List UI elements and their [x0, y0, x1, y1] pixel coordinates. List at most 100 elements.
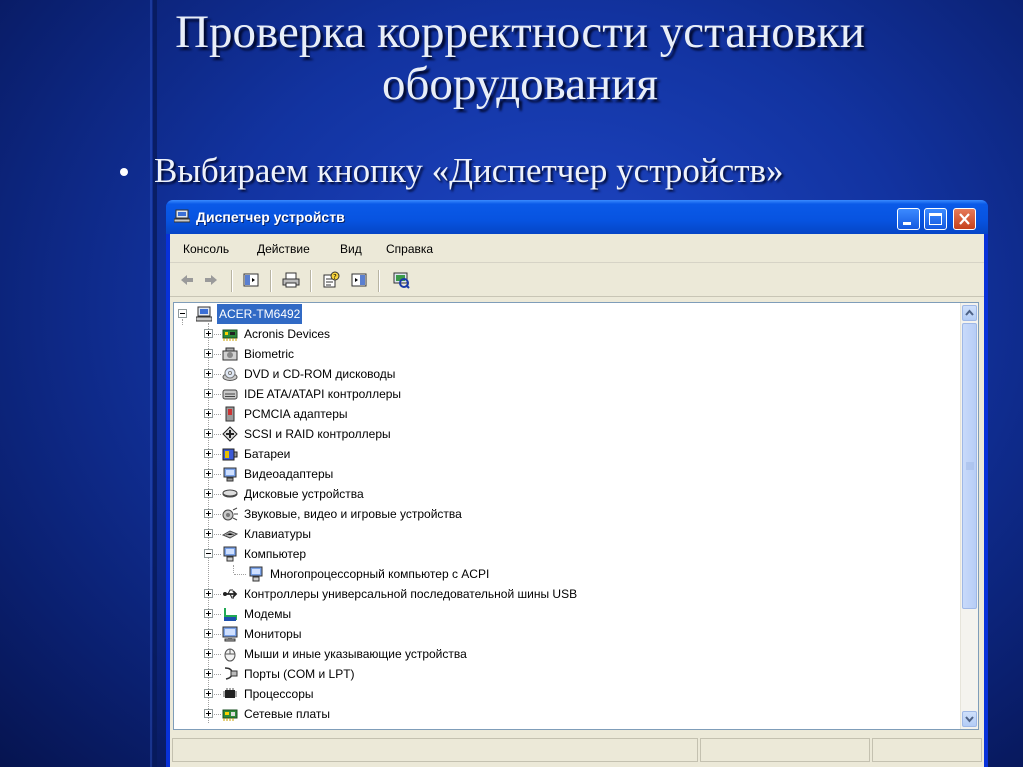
- scan-hardware-icon[interactable]: [392, 271, 410, 289]
- expand-toggle[interactable]: [204, 349, 213, 358]
- usb-icon: [223, 589, 238, 599]
- tree-category-row[interactable]: SCSI и RAID контроллеры: [174, 424, 954, 444]
- scroll-thumb[interactable]: [962, 323, 977, 609]
- menu-view[interactable]: Вид: [340, 242, 362, 256]
- maximize-button[interactable]: [924, 208, 947, 230]
- tree-item-label[interactable]: Многопроцессорный компьютер с ACPI: [270, 564, 489, 584]
- expand-toggle[interactable]: [204, 529, 213, 538]
- close-button[interactable]: [953, 208, 976, 230]
- menu-console[interactable]: Консоль: [183, 242, 229, 256]
- minimize-button[interactable]: [897, 208, 920, 230]
- tree-category-row[interactable]: Клавиатуры: [174, 524, 954, 544]
- collapse-toggle[interactable]: [204, 549, 213, 558]
- tree-item-label[interactable]: Процессоры: [244, 684, 314, 704]
- toolbar-separator: [231, 270, 233, 292]
- tree-child-row[interactable]: Многопроцессорный компьютер с ACPI: [174, 564, 954, 584]
- tree-line: [214, 474, 221, 476]
- scroll-down-button[interactable]: [962, 711, 977, 727]
- tree-category-row[interactable]: Сетевые платы: [174, 704, 954, 724]
- scroll-up-button[interactable]: [962, 305, 977, 321]
- help-icon[interactable]: [350, 271, 368, 289]
- collapse-toggle[interactable]: [178, 309, 187, 318]
- board-icon: [222, 329, 238, 341]
- tree-item-label[interactable]: Модемы: [244, 604, 291, 624]
- tree-item-label[interactable]: Мыши и иные указывающие устройства: [244, 644, 467, 664]
- forward-arrow-icon[interactable]: [202, 271, 220, 289]
- minimize-icon: [903, 222, 911, 225]
- tree-item-label[interactable]: Контроллеры универсальной последовательн…: [244, 584, 577, 604]
- tree-item-label[interactable]: Батареи: [244, 444, 290, 464]
- tree-item-label[interactable]: PCMCIA адаптеры: [244, 404, 348, 424]
- tree-category-row[interactable]: Модемы: [174, 604, 954, 624]
- tree-item-label[interactable]: Компьютер: [244, 544, 306, 564]
- biometric-icon: [222, 347, 238, 361]
- expand-toggle[interactable]: [204, 469, 213, 478]
- tree-item-label[interactable]: IDE ATA/ATAPI контроллеры: [244, 384, 401, 404]
- tree-category-row[interactable]: PCMCIA адаптеры: [174, 404, 954, 424]
- expand-toggle[interactable]: [204, 609, 213, 618]
- tree-item-label[interactable]: Дисковые устройства: [244, 484, 364, 504]
- expand-toggle[interactable]: [204, 429, 213, 438]
- tree-item-label[interactable]: Звуковые, видео и игровые устройства: [244, 504, 462, 524]
- expand-toggle[interactable]: [204, 709, 213, 718]
- tree-category-row[interactable]: Acronis Devices: [174, 324, 954, 344]
- tree-item-label[interactable]: Biometric: [244, 344, 294, 364]
- computer-icon: [223, 546, 237, 562]
- expand-toggle[interactable]: [204, 369, 213, 378]
- expand-toggle[interactable]: [204, 649, 213, 658]
- device-tree[interactable]: ACER-TM6492 Acronis Devices Biometric DVD …: [173, 302, 979, 730]
- window-titlebar[interactable]: Диспетчер устройств: [166, 200, 988, 234]
- vertical-scrollbar[interactable]: [960, 303, 978, 729]
- properties-icon[interactable]: ?: [322, 271, 340, 289]
- tree-root-row[interactable]: ACER-TM6492: [174, 304, 954, 324]
- expand-toggle[interactable]: [204, 329, 213, 338]
- tree-category-row[interactable]: Процессоры: [174, 684, 954, 704]
- expand-toggle[interactable]: [204, 449, 213, 458]
- tree-root-label[interactable]: ACER-TM6492: [217, 304, 303, 324]
- tree-item-label[interactable]: DVD и CD-ROM дисководы: [244, 364, 395, 384]
- menu-action[interactable]: Действие: [257, 242, 310, 256]
- expand-toggle[interactable]: [204, 389, 213, 398]
- print-icon[interactable]: [282, 271, 300, 289]
- tree-line: [214, 494, 221, 496]
- device-manager-window: Диспетчер устройств Консоль Действие Вид…: [166, 200, 988, 767]
- sound-icon: [222, 507, 238, 521]
- show-hide-tree-icon[interactable]: [242, 271, 260, 289]
- expand-toggle[interactable]: [204, 409, 213, 418]
- tree-category-row[interactable]: DVD и CD-ROM дисководы: [174, 364, 954, 384]
- svg-text:?: ?: [333, 273, 337, 281]
- tree-category-row[interactable]: Biometric: [174, 344, 954, 364]
- back-arrow-icon[interactable]: [178, 271, 196, 289]
- tree-category-row[interactable]: Батареи: [174, 444, 954, 464]
- tree-line: [214, 434, 221, 436]
- mouse-icon: [224, 648, 236, 662]
- expand-toggle[interactable]: [204, 689, 213, 698]
- tree-category-row[interactable]: Мыши и иные указывающие устройства: [174, 644, 954, 664]
- tree-item-label[interactable]: Сетевые платы: [244, 704, 330, 724]
- tree-item-label[interactable]: Видеоадаптеры: [244, 464, 333, 484]
- menu-help[interactable]: Справка: [386, 242, 433, 256]
- tree-category-row[interactable]: Порты (COM и LPT): [174, 664, 954, 684]
- expand-toggle[interactable]: [204, 509, 213, 518]
- tree-item-label[interactable]: Порты (COM и LPT): [244, 664, 355, 684]
- toolbar-separator: [270, 270, 272, 292]
- disk-icon: [222, 489, 238, 498]
- expand-toggle[interactable]: [204, 489, 213, 498]
- cdrom-icon: [222, 367, 238, 381]
- tree-category-row[interactable]: Мониторы: [174, 624, 954, 644]
- expand-toggle[interactable]: [204, 589, 213, 598]
- close-icon: [959, 213, 970, 225]
- tree-category-row[interactable]: Видеоадаптеры: [174, 464, 954, 484]
- tree-category-row[interactable]: IDE ATA/ATAPI контроллеры: [174, 384, 954, 404]
- tree-item-label[interactable]: Клавиатуры: [244, 524, 311, 544]
- computer-root-icon: [196, 306, 212, 322]
- tree-category-row[interactable]: Компьютер: [174, 544, 954, 564]
- tree-item-label[interactable]: Acronis Devices: [244, 324, 330, 344]
- tree-item-label[interactable]: SCSI и RAID контроллеры: [244, 424, 391, 444]
- expand-toggle[interactable]: [204, 629, 213, 638]
- tree-category-row[interactable]: Дисковые устройства: [174, 484, 954, 504]
- tree-category-row[interactable]: Контроллеры универсальной последовательн…: [174, 584, 954, 604]
- tree-item-label[interactable]: Мониторы: [244, 624, 301, 644]
- expand-toggle[interactable]: [204, 669, 213, 678]
- tree-category-row[interactable]: Звуковые, видео и игровые устройства: [174, 504, 954, 524]
